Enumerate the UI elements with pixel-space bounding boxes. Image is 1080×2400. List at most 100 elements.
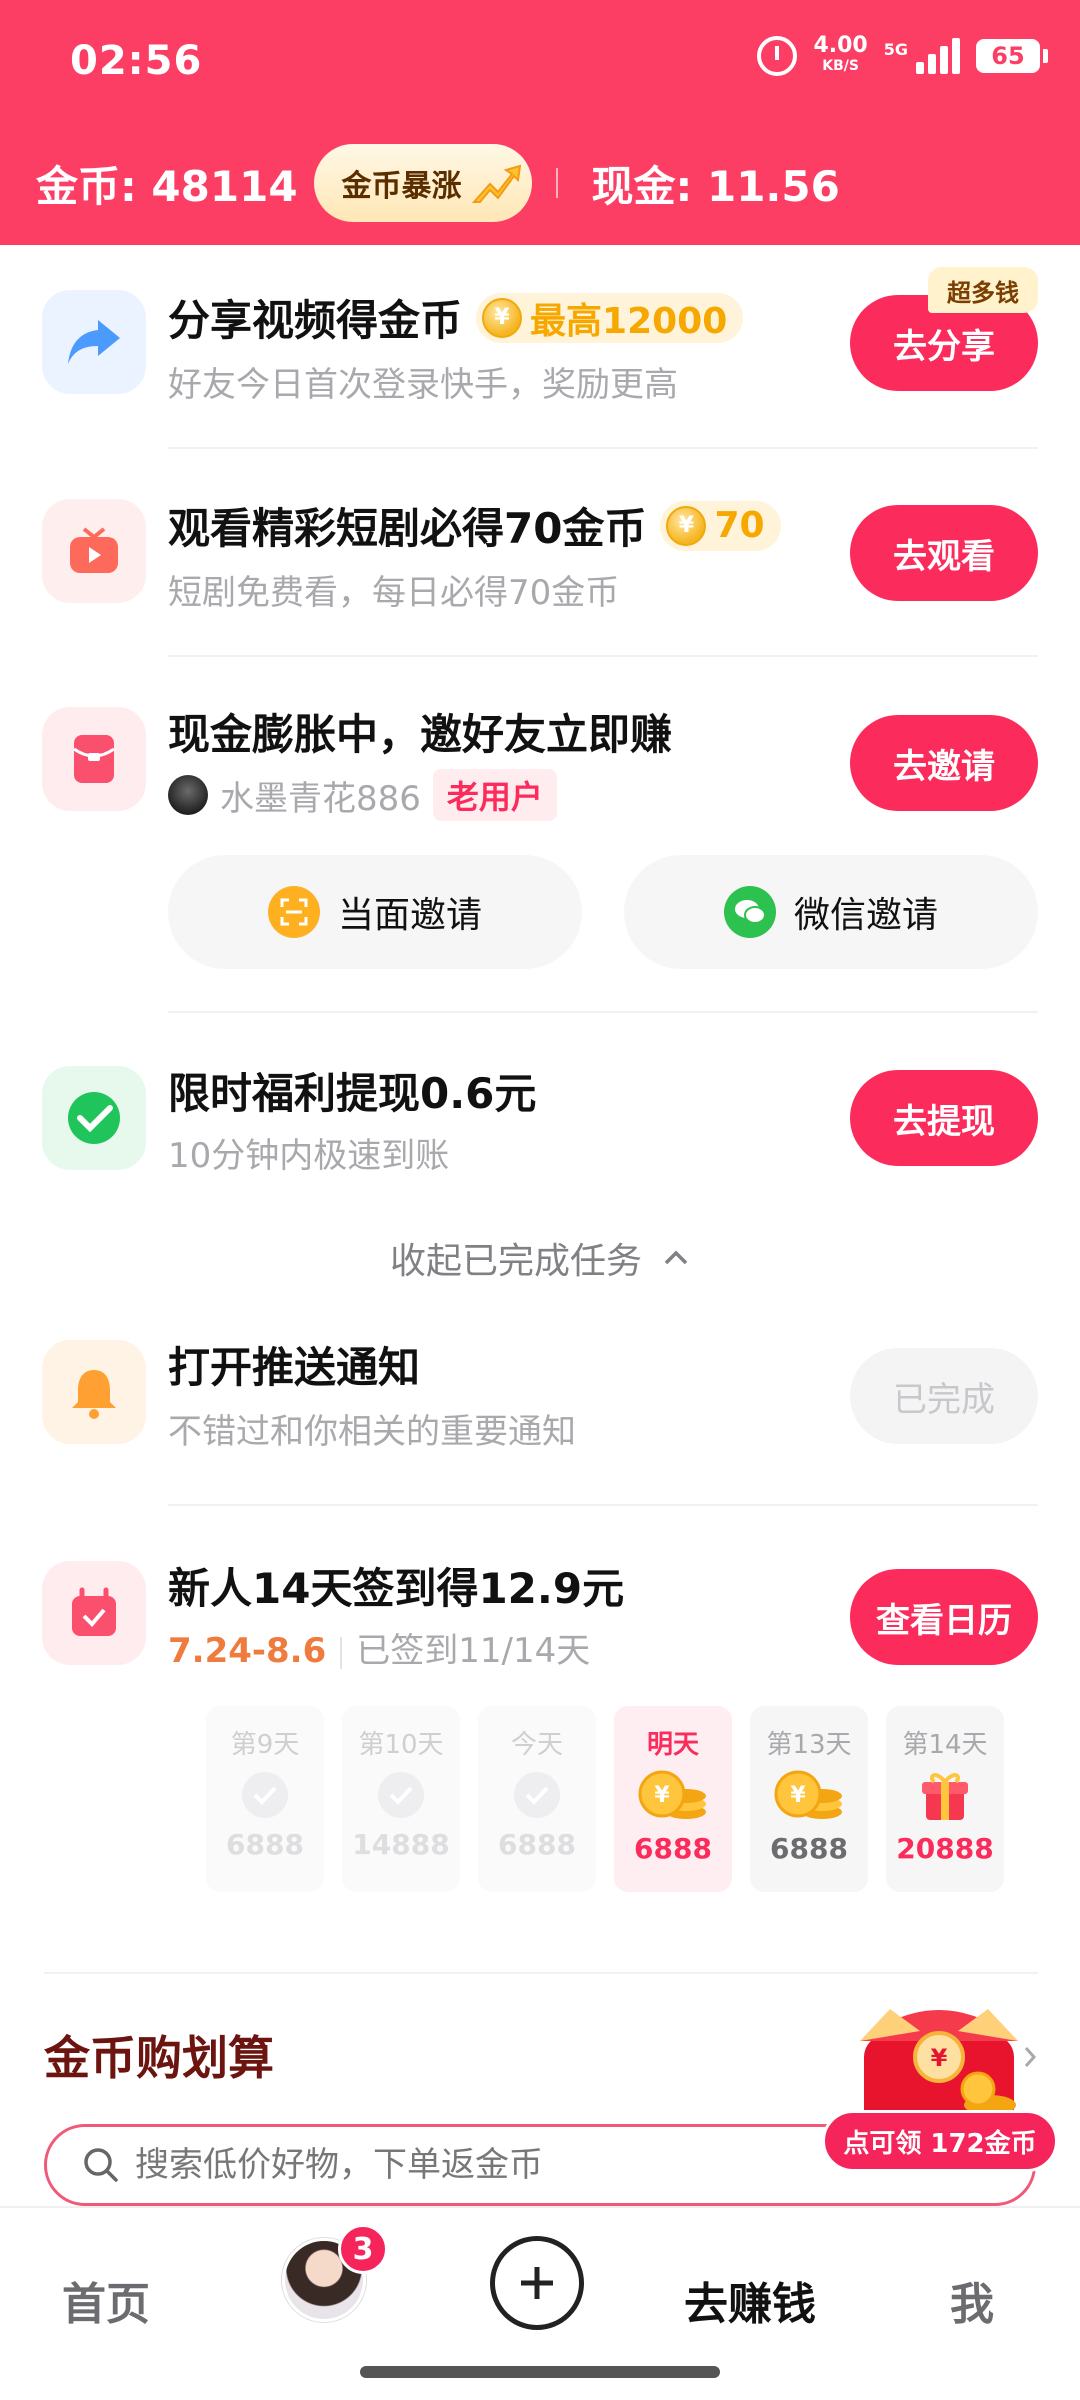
plus-icon bbox=[521, 2267, 553, 2299]
home-indicator[interactable] bbox=[360, 2366, 720, 2378]
checkin-day-today: 今天 6888 bbox=[478, 1706, 596, 1892]
wechat-pay-icon bbox=[42, 1066, 146, 1170]
task-invite-title: 现金膨胀中，邀好友立即赚 bbox=[168, 710, 673, 759]
share-icon bbox=[42, 290, 146, 394]
task-drama-title: 观看精彩短剧必得70金币 ¥ 70 bbox=[168, 495, 781, 556]
divider bbox=[168, 1011, 1038, 1013]
network-speed-value: 4.00 bbox=[813, 33, 868, 58]
completed-button[interactable]: 已完成 bbox=[850, 1348, 1038, 1444]
wechat-icon bbox=[723, 886, 776, 938]
reward-pill: ¥ 最高12000 bbox=[476, 292, 744, 343]
check-icon bbox=[514, 1772, 560, 1818]
divider bbox=[168, 447, 1038, 449]
nav-me[interactable]: 我 bbox=[950, 2268, 994, 2332]
check-icon bbox=[242, 1772, 288, 1818]
chevron-up-icon bbox=[664, 1250, 688, 1265]
shop-section-title: 金币购划算 bbox=[44, 2031, 274, 2085]
user-name: 水墨青花886 bbox=[220, 778, 421, 819]
view-calendar-button[interactable]: 查看日历 bbox=[850, 1569, 1038, 1665]
checkin-day: 第14天 20888 bbox=[886, 1706, 1004, 1892]
avatar bbox=[168, 775, 208, 815]
checkin-day: 第9天 6888 bbox=[206, 1706, 324, 1892]
gift-icon bbox=[922, 1773, 968, 1820]
day-value: 6888 bbox=[634, 1832, 712, 1865]
divider bbox=[555, 168, 558, 198]
red-envelope-icon bbox=[42, 707, 146, 811]
day-value: 14888 bbox=[352, 1828, 450, 1861]
day-label: 第14天 bbox=[902, 1730, 988, 1760]
wechat-invite-button[interactable]: 微信邀请 bbox=[624, 855, 1038, 969]
checkin-day: 第10天 14888 bbox=[342, 1706, 460, 1892]
checkin-day: 第13天 ¥ 6888 bbox=[750, 1706, 868, 1892]
task-withdraw-title: 限时福利提现0.6元 bbox=[168, 1069, 537, 1118]
task-share-title: 分享视频得金币 ¥ 最高12000 bbox=[168, 287, 744, 348]
divider bbox=[168, 1504, 1038, 1506]
coin-icon: ¥ bbox=[666, 505, 707, 546]
coin-icon: ¥ bbox=[482, 297, 523, 338]
day-label: 明天 bbox=[646, 1730, 699, 1760]
scan-icon bbox=[267, 886, 320, 938]
hot-badge: 超多钱 bbox=[928, 267, 1038, 313]
task-drama-subtitle: 短剧免费看，每日必得70金币 bbox=[168, 573, 620, 613]
task-share-title-text: 分享视频得金币 bbox=[168, 296, 463, 345]
search-input[interactable] bbox=[135, 2145, 835, 2185]
task-push-title: 打开推送通知 bbox=[168, 1343, 421, 1392]
face-invite-button[interactable]: 当面邀请 bbox=[168, 855, 582, 969]
coin-boom-label: 金币暴涨 bbox=[341, 169, 462, 204]
balance-row: 金币: 48114 金币暴涨 现金: 11.56 bbox=[36, 140, 840, 226]
svg-text:¥: ¥ bbox=[654, 1783, 670, 1808]
coin-stack-icon: ¥ bbox=[774, 1770, 842, 1819]
coin-stack-icon: ¥ bbox=[638, 1770, 706, 1819]
nav-earn[interactable]: 去赚钱 bbox=[684, 2268, 816, 2332]
status-icons: 4.00 KB/S 5G 65 bbox=[757, 33, 1048, 76]
collapse-label: 收起已完成任务 bbox=[389, 1241, 642, 1282]
coin-balance[interactable]: 金币: 48114 bbox=[36, 153, 298, 214]
task-checkin-title: 新人14天签到得12.9元 bbox=[168, 1564, 625, 1613]
invite-button[interactable]: 去邀请 bbox=[850, 715, 1038, 811]
task-drama-title-text: 观看精彩短剧必得70金币 bbox=[168, 504, 647, 553]
calendar-icon bbox=[42, 1561, 146, 1665]
task-push-subtitle: 不错过和你相关的重要通知 bbox=[168, 1412, 576, 1452]
reward-pill: ¥ 70 bbox=[660, 500, 781, 551]
old-user-tag: 老用户 bbox=[432, 769, 557, 821]
bell-icon bbox=[42, 1340, 146, 1444]
top-header: 02:56 4.00 KB/S 5G 65 金币: 48114 金币暴涨 现金:… bbox=[0, 0, 1080, 245]
checkin-day-tomorrow: 明天 ¥ 6888 bbox=[614, 1706, 732, 1892]
day-value: 6888 bbox=[770, 1832, 848, 1865]
day-label: 今天 bbox=[510, 1730, 563, 1760]
day-value: 6888 bbox=[498, 1828, 576, 1861]
svg-text:¥: ¥ bbox=[790, 1783, 806, 1808]
reward-value: 70 bbox=[714, 505, 765, 546]
day-value: 20888 bbox=[896, 1832, 994, 1865]
svg-text:¥: ¥ bbox=[931, 2044, 948, 2072]
task-withdraw-subtitle: 10分钟内极速到账 bbox=[168, 1136, 450, 1176]
reward-value: 最高12000 bbox=[530, 300, 728, 342]
task-share-subtitle: 好友今日首次登录快手，奖励更高 bbox=[168, 365, 678, 405]
collapse-completed-toggle[interactable]: 收起已完成任务 bbox=[0, 1232, 1080, 1284]
day-label: 第13天 bbox=[766, 1730, 852, 1760]
day-label: 第9天 bbox=[230, 1730, 300, 1760]
signal-icon bbox=[916, 38, 960, 74]
network-speed: 4.00 KB/S bbox=[813, 33, 868, 76]
wechat-invite-label: 微信邀请 bbox=[793, 895, 938, 936]
withdraw-button[interactable]: 去提现 bbox=[850, 1070, 1038, 1166]
divider bbox=[168, 655, 1038, 657]
network-speed-unit: KB/S bbox=[822, 58, 859, 74]
watch-button[interactable]: 去观看 bbox=[850, 505, 1038, 601]
network-type: 5G bbox=[883, 40, 908, 59]
invite-user-line: 水墨青花886 老用户 bbox=[168, 769, 557, 821]
alarm-icon bbox=[757, 36, 798, 76]
status-time: 02:56 bbox=[70, 38, 203, 84]
checkin-days: 第9天 6888 第10天 14888 今天 6888 明天 ¥ 6888 第1… bbox=[206, 1706, 1004, 1892]
tv-icon bbox=[42, 499, 146, 603]
face-invite-label: 当面邀请 bbox=[337, 895, 482, 936]
coin-boom-button[interactable]: 金币暴涨 bbox=[313, 144, 532, 222]
day-label: 第10天 bbox=[358, 1730, 444, 1760]
search-icon bbox=[84, 2148, 118, 2182]
check-icon bbox=[378, 1772, 424, 1818]
cash-balance[interactable]: 现金: 11.56 bbox=[592, 153, 840, 214]
nav-home[interactable]: 首页 bbox=[62, 2268, 150, 2332]
claim-coins-button[interactable]: 点可领 172金币 bbox=[822, 2110, 1058, 2172]
notification-badge: 3 bbox=[338, 2224, 388, 2274]
nav-create-button[interactable] bbox=[490, 2236, 584, 2330]
